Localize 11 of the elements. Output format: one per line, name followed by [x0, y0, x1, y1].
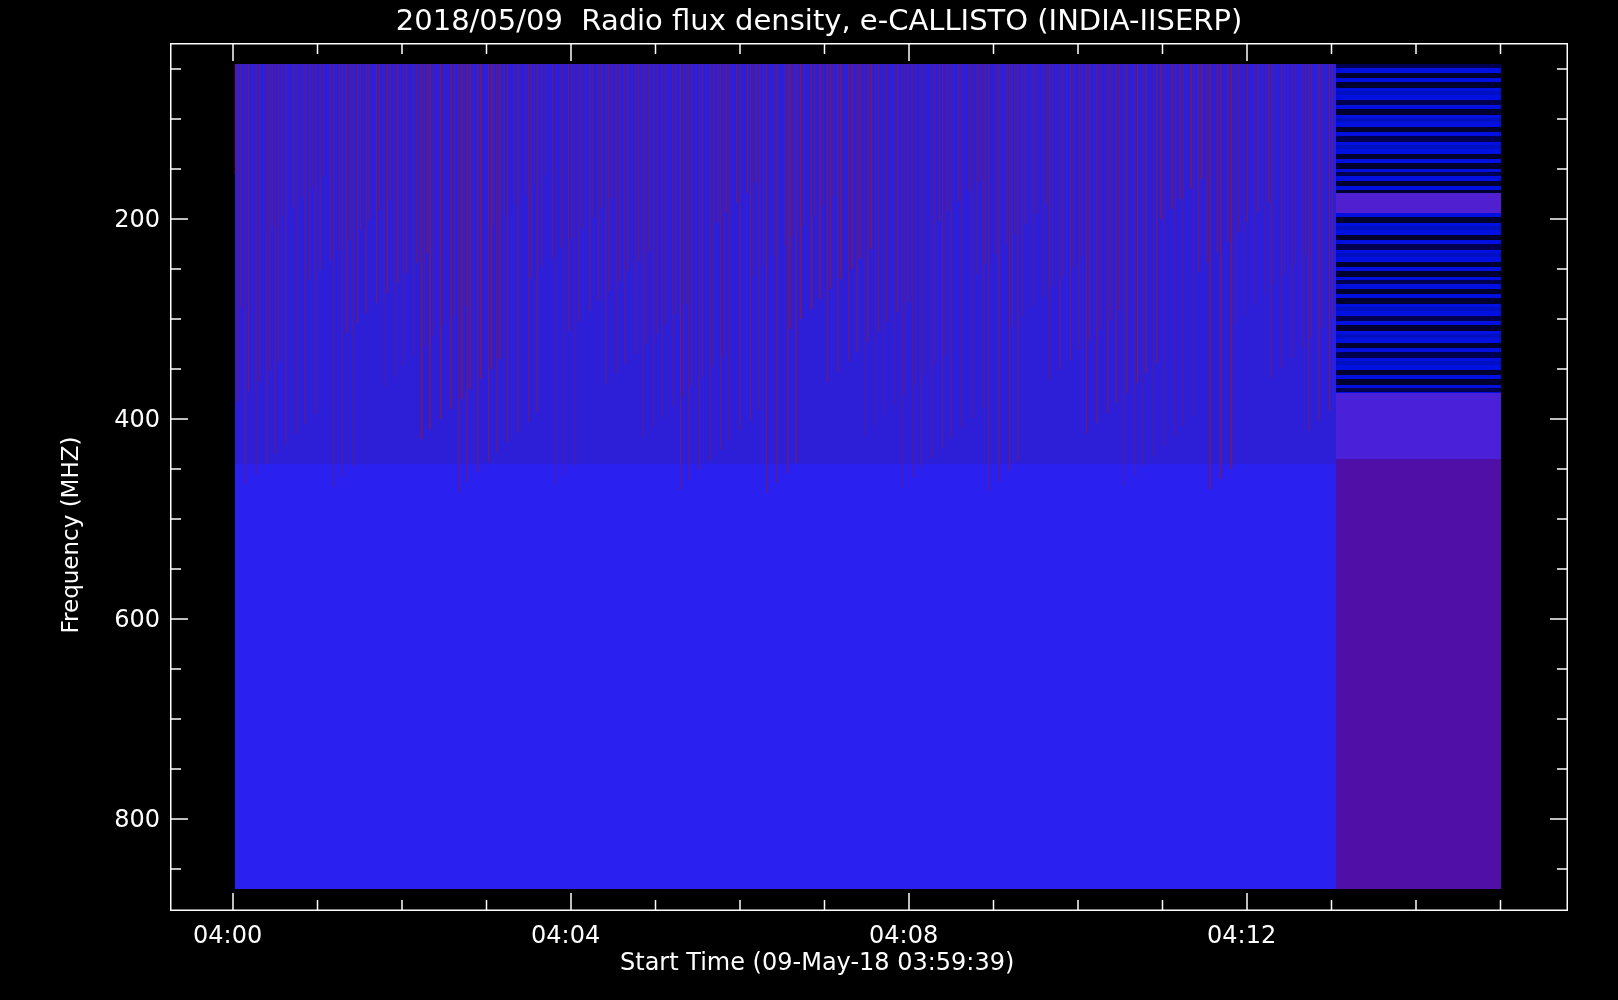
- chart-title: 2018/05/09 Radio flux density, e-CALLISTO (INDIA-IISERP): [395, 2, 1243, 38]
- y-tick-label: 800: [114, 805, 160, 833]
- x-tick-label: 04:08: [869, 921, 939, 949]
- x-tick-label: 04:00: [193, 921, 263, 949]
- y-axis-title: Frequency (MHZ): [56, 436, 84, 634]
- y-tick-label: 400: [114, 405, 160, 433]
- y-tick-label: 200: [114, 205, 160, 233]
- x-axis-title: Start Time (09-May-18 03:59:39): [620, 948, 1015, 976]
- x-tick-label: 04:12: [1207, 921, 1277, 949]
- x-tick-label: 04:04: [531, 921, 601, 949]
- y-tick-label: 600: [114, 605, 160, 633]
